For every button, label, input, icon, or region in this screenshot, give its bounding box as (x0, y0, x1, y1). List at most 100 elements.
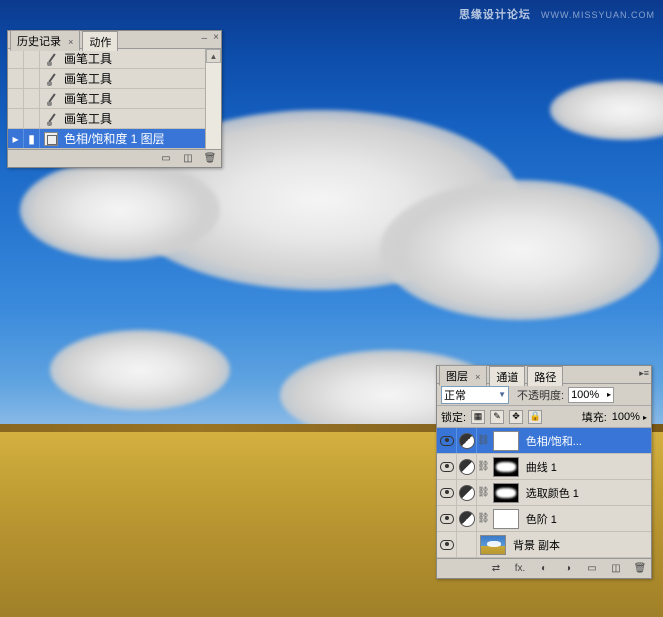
opacity-value: 100% (571, 389, 599, 401)
close-icon[interactable]: × (213, 32, 219, 43)
layer-label: 色阶 1 (522, 511, 651, 527)
lock-transparency-icon[interactable]: ▦ (471, 410, 485, 424)
adjustment-icon (459, 459, 475, 475)
history-panel-tabs: 历史记录 × 动作 – × (8, 31, 221, 49)
adjustment-icon (459, 485, 475, 501)
new-snapshot-icon[interactable]: ◫ (181, 152, 195, 166)
link-icon: ⛓ (477, 435, 490, 446)
link-icon: ⛓ (477, 461, 490, 472)
eye-icon (440, 540, 454, 550)
new-adjustment-layer-icon[interactable]: ◑ (561, 562, 575, 576)
lock-label: 锁定: (441, 409, 466, 425)
chevron-right-icon: ▸ (643, 413, 647, 422)
layer-mask-thumbnail[interactable] (493, 431, 519, 451)
brush-icon (40, 72, 62, 86)
watermark-url: WWW.MISSYUAN.COM (541, 10, 655, 20)
tab-paths-label: 路径 (534, 372, 556, 384)
link-icon: ⛓ (477, 513, 490, 524)
layer-label: 色相/饱和... (522, 433, 651, 449)
adjustment-icon-cell (457, 428, 477, 453)
hue-saturation-icon (40, 132, 62, 146)
visibility-toggle[interactable] (437, 480, 457, 505)
blend-mode-select[interactable]: 正常 ▼ (441, 386, 509, 404)
history-marker-icon: ▸ (8, 129, 24, 148)
opacity-input[interactable]: 100% ▸ (568, 387, 614, 403)
watermark: 思缘设计论坛 WWW.MISSYUAN.COM (459, 6, 655, 22)
scrollbar[interactable]: ▲ (205, 49, 221, 149)
lock-all-icon[interactable]: 🔒 (528, 410, 542, 424)
visibility-toggle[interactable] (437, 506, 457, 531)
link-icon: ⛓ (477, 487, 490, 498)
layer-mask-thumbnail[interactable] (493, 509, 519, 529)
visibility-toggle[interactable] (437, 428, 457, 453)
add-mask-icon[interactable]: ◐ (537, 562, 551, 576)
snapshot-marker-icon: ▮ (24, 129, 40, 148)
brush-icon (40, 112, 62, 126)
history-item-label: 画笔工具 (62, 70, 221, 87)
history-item[interactable]: 画笔工具 (8, 89, 221, 109)
layer-mask-thumbnail[interactable] (493, 457, 519, 477)
adjustment-icon-cell (457, 454, 477, 479)
layer-row[interactable]: ⛓ 色阶 1 (437, 506, 651, 532)
history-item[interactable]: 画笔工具 (8, 49, 221, 69)
lock-position-icon[interactable]: ✥ (509, 410, 523, 424)
visibility-toggle[interactable] (437, 454, 457, 479)
history-item-label: 色相/饱和度 1 图层 (62, 130, 221, 147)
adjustment-icon (459, 511, 475, 527)
layer-effects-icon[interactable]: fx. (513, 562, 527, 576)
adjustment-icon-cell (457, 506, 477, 531)
adjustment-icon-cell (457, 480, 477, 505)
tab-channels-label: 通道 (496, 372, 518, 384)
minimize-icon[interactable]: – (201, 33, 207, 44)
layer-mask-thumbnail[interactable] (493, 483, 519, 503)
history-item[interactable]: ▸ ▮ 色相/饱和度 1 图层 (8, 129, 221, 149)
chevron-right-icon: ▸ (607, 390, 611, 399)
adjustment-icon (459, 433, 475, 449)
new-layer-icon[interactable]: ◫ (609, 562, 623, 576)
tab-actions[interactable]: 动作 (82, 31, 118, 51)
eye-icon (440, 488, 454, 498)
tab-layers[interactable]: 图层 × (439, 365, 487, 386)
tab-paths[interactable]: 路径 (527, 366, 563, 386)
layer-row[interactable]: ⛓ 选取颜色 1 (437, 480, 651, 506)
history-item-label: 画笔工具 (62, 90, 221, 107)
eye-icon (440, 514, 454, 524)
layers-list: ⛓ 色相/饱和... ⛓ 曲线 1 ⛓ 选取颜色 1 ⛓ 色阶 1 (437, 428, 651, 558)
brush-icon (40, 92, 62, 106)
tab-history[interactable]: 历史记录 × (10, 30, 80, 51)
layer-row[interactable]: ⛓ 曲线 1 (437, 454, 651, 480)
layers-footer: ⇄ fx. ◐ ◑ ▭ ◫ 🗑 (437, 558, 651, 578)
layer-label: 背景 副本 (509, 537, 651, 553)
fill-input[interactable]: 100% ▸ (612, 411, 647, 423)
delete-icon[interactable]: 🗑 (203, 152, 217, 166)
layer-label: 选取颜色 1 (522, 485, 651, 501)
tab-layers-label: 图层 (446, 371, 468, 383)
delete-layer-icon[interactable]: 🗑 (633, 562, 647, 576)
close-icon[interactable]: × (68, 37, 73, 47)
opacity-label: 不透明度: (517, 387, 564, 403)
new-group-icon[interactable]: ▭ (585, 562, 599, 576)
layers-lock-row: 锁定: ▦ ✎ ✥ 🔒 填充: 100% ▸ (437, 406, 651, 428)
layer-row[interactable]: 背景 副本 (437, 532, 651, 558)
blend-mode-value: 正常 (444, 387, 466, 403)
close-icon[interactable]: × (475, 372, 480, 382)
layer-thumbnail[interactable] (480, 535, 506, 555)
history-item[interactable]: 画笔工具 (8, 109, 221, 129)
brush-icon (40, 52, 62, 66)
history-panel: 历史记录 × 动作 – × 画笔工具 画笔工具 画笔工具 画笔工具 (7, 30, 222, 168)
lock-pixels-icon[interactable]: ✎ (490, 410, 504, 424)
link-layers-icon[interactable]: ⇄ (489, 562, 503, 576)
scroll-up-icon[interactable]: ▲ (206, 49, 221, 63)
history-footer: ▭ ◫ 🗑 (8, 149, 221, 167)
visibility-toggle[interactable] (437, 532, 457, 557)
link-cell (457, 532, 477, 557)
history-item[interactable]: 画笔工具 (8, 69, 221, 89)
tab-actions-label: 动作 (89, 37, 111, 49)
layer-row[interactable]: ⛓ 色相/饱和... (437, 428, 651, 454)
tab-channels[interactable]: 通道 (489, 366, 525, 386)
panel-menu-icon[interactable]: ▸≡ (639, 368, 649, 379)
watermark-text: 思缘设计论坛 (459, 9, 531, 21)
new-document-from-state-icon[interactable]: ▭ (159, 152, 173, 166)
layers-panel: 图层 × 通道 路径 ▸≡ 正常 ▼ 不透明度: 100% ▸ 锁定: ▦ ✎ … (436, 365, 652, 579)
tab-history-label: 历史记录 (17, 36, 61, 48)
